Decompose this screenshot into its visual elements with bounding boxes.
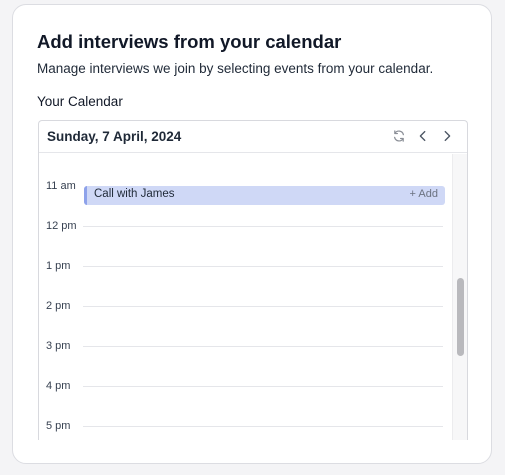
next-day-button[interactable] <box>439 128 455 144</box>
hour-label: 2 pm <box>46 300 71 312</box>
hour-divider <box>83 426 443 427</box>
calendar-section-label: Your Calendar <box>37 94 123 109</box>
hour-label: 5 pm <box>46 420 71 432</box>
scrollbar-thumb[interactable] <box>457 278 464 356</box>
hour-label: 3 pm <box>46 340 71 352</box>
hour-divider <box>83 226 443 227</box>
hour-label: 1 pm <box>46 260 71 272</box>
hour-divider <box>83 266 443 267</box>
calendar-widget: Sunday, 7 April, 2024 11 am 12 pm 1 pm 2… <box>38 120 468 440</box>
event-title: Call with James <box>94 188 175 200</box>
calendar-day-view[interactable]: 11 am 12 pm 1 pm 2 pm 3 pm 4 pm 5 pm Cal… <box>39 154 453 440</box>
page-title: Add interviews from your calendar <box>37 31 342 52</box>
hour-row: 12 pm <box>39 220 453 266</box>
hour-row: 2 pm <box>39 300 453 346</box>
hour-divider <box>83 386 443 387</box>
hour-divider <box>83 346 443 347</box>
calendar-event[interactable]: Call with James + Add <box>84 186 445 205</box>
hour-label: 12 pm <box>46 220 77 232</box>
hour-row: 5 pm <box>39 420 453 440</box>
hour-label: 11 am <box>46 180 76 192</box>
previous-day-button[interactable] <box>415 128 431 144</box>
calendar-header: Sunday, 7 April, 2024 <box>39 121 467 153</box>
calendar-date: Sunday, 7 April, 2024 <box>47 129 182 144</box>
hour-divider <box>83 306 443 307</box>
page-subtitle: Manage interviews we join by selecting e… <box>37 61 434 76</box>
refresh-button[interactable] <box>391 128 407 144</box>
calendar-import-card: Add interviews from your calendar Manage… <box>12 4 492 464</box>
refresh-icon <box>394 130 404 142</box>
hour-row: 3 pm <box>39 340 453 386</box>
hour-label: 4 pm <box>46 380 71 392</box>
scrollbar-track[interactable] <box>452 154 467 440</box>
chevron-left-icon <box>419 130 426 142</box>
hour-row: 4 pm <box>39 380 453 426</box>
add-event-button[interactable]: + Add <box>410 188 438 200</box>
hour-row: 1 pm <box>39 260 453 306</box>
chevron-right-icon <box>444 130 451 142</box>
